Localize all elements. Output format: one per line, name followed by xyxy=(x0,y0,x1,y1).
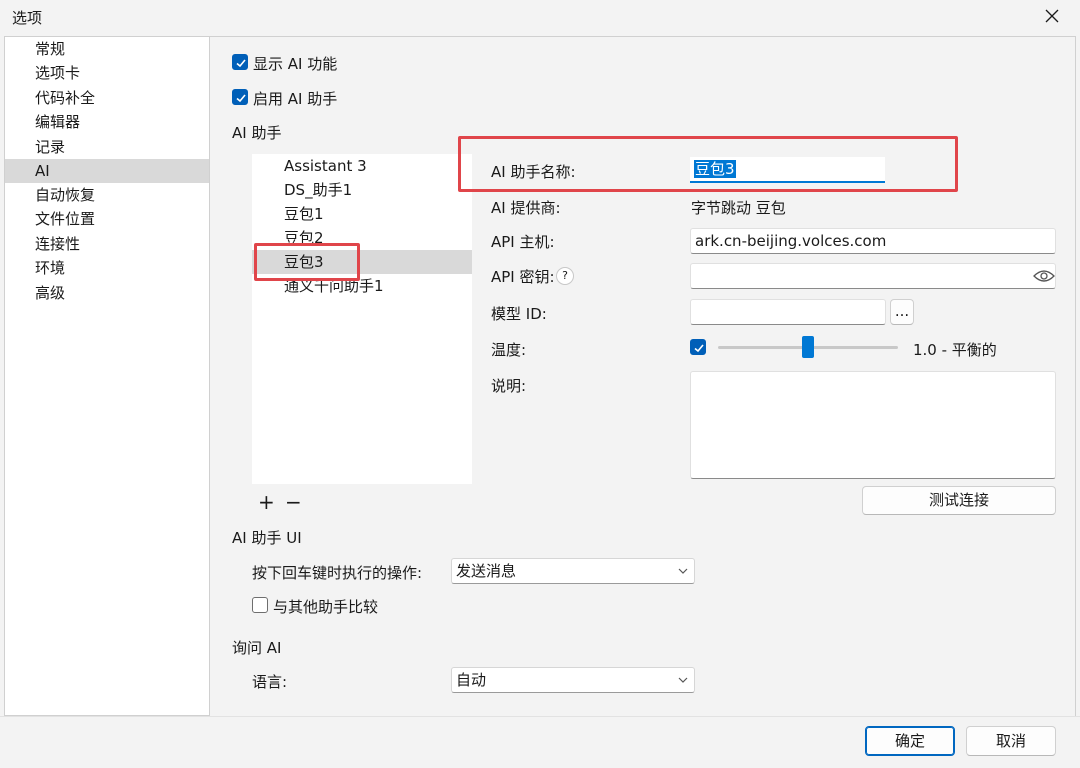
temperature-checkbox[interactable] xyxy=(690,339,706,355)
assistant-name-value: 豆包3 xyxy=(694,160,736,178)
options-dialog: 选项 常规 选项卡 代码补全 编辑器 记录 AI 自动恢复 文件位置 连接性 环… xyxy=(0,0,1080,768)
enter-action-label: 按下回车键时执行的操作: xyxy=(252,564,423,582)
list-item[interactable]: 豆包2 xyxy=(252,226,472,250)
show-ai-checkbox[interactable] xyxy=(232,54,248,70)
checkmark-icon xyxy=(236,94,246,103)
nav-item-connectivity[interactable]: 连接性 xyxy=(5,232,209,256)
title-bar: 选项 xyxy=(0,0,1080,32)
chevron-down-icon xyxy=(678,568,688,574)
nav-item-advanced[interactable]: 高级 xyxy=(5,281,209,305)
eye-icon[interactable] xyxy=(1033,268,1055,284)
assistant-list[interactable]: Assistant 3 DS_助手1 豆包1 豆包2 豆包3 通义千问助手1 xyxy=(252,154,472,484)
api-key-input[interactable] xyxy=(690,263,1056,289)
model-browse-button[interactable]: ... xyxy=(890,299,914,325)
checkmark-icon xyxy=(236,59,246,68)
list-item[interactable]: DS_助手1 xyxy=(252,178,472,202)
temperature-label: 温度: xyxy=(491,341,527,359)
description-textarea[interactable] xyxy=(690,371,1056,479)
add-assistant-button[interactable]: + xyxy=(258,490,275,514)
compare-label[interactable]: 与其他助手比较 xyxy=(273,596,378,617)
remove-assistant-button[interactable]: − xyxy=(285,490,302,514)
checkmark-icon xyxy=(694,344,704,353)
list-item[interactable]: 通义千问助手1 xyxy=(252,274,472,298)
category-nav: 常规 选项卡 代码补全 编辑器 记录 AI 自动恢复 文件位置 连接性 环境 高… xyxy=(4,36,210,716)
language-label: 语言: xyxy=(252,673,288,691)
show-ai-label[interactable]: 显示 AI 功能 xyxy=(253,53,337,74)
enter-action-select[interactable]: 发送消息 xyxy=(451,558,695,584)
window-title: 选项 xyxy=(12,9,43,27)
api-key-help-icon[interactable]: ? xyxy=(556,267,574,285)
dialog-footer: 确定 取消 xyxy=(0,716,1080,768)
api-host-value: ark.cn-beijing.volces.com xyxy=(695,232,887,250)
assistant-name-input[interactable]: 豆包3 xyxy=(690,157,885,183)
model-id-input[interactable] xyxy=(690,299,886,325)
nav-item-general[interactable]: 常规 xyxy=(5,37,209,61)
nav-item-completion[interactable]: 代码补全 xyxy=(5,86,209,110)
close-button[interactable] xyxy=(1032,2,1072,30)
list-item[interactable]: Assistant 3 xyxy=(252,154,472,178)
nav-item-autorecover[interactable]: 自动恢复 xyxy=(5,183,209,207)
api-host-input[interactable]: ark.cn-beijing.volces.com xyxy=(690,228,1056,254)
temperature-slider-thumb[interactable] xyxy=(802,336,814,358)
model-id-label: 模型 ID: xyxy=(491,305,547,323)
list-item-selected[interactable]: 豆包3 xyxy=(252,250,472,274)
ok-button[interactable]: 确定 xyxy=(865,726,955,756)
nav-item-editor[interactable]: 编辑器 xyxy=(5,110,209,134)
list-item[interactable]: 豆包1 xyxy=(252,202,472,226)
enter-action-value: 发送消息 xyxy=(456,562,517,580)
nav-item-environment[interactable]: 环境 xyxy=(5,256,209,280)
compare-checkbox[interactable] xyxy=(252,597,268,613)
assistant-ui-heading: AI 助手 UI xyxy=(232,529,302,547)
enable-assistant-checkbox[interactable] xyxy=(232,89,248,105)
enable-assistant-label[interactable]: 启用 AI 助手 xyxy=(253,88,337,109)
api-host-label: API 主机: xyxy=(491,233,555,251)
language-select[interactable]: 自动 xyxy=(451,667,695,693)
nav-item-log[interactable]: 记录 xyxy=(5,135,209,159)
cancel-button[interactable]: 取消 xyxy=(966,726,1056,756)
api-key-label: API 密钥: xyxy=(491,268,555,286)
ask-ai-heading: 询问 AI xyxy=(232,639,282,657)
temperature-value: 1.0 - 平衡的 xyxy=(913,341,997,359)
nav-item-file-location[interactable]: 文件位置 xyxy=(5,207,209,231)
nav-item-tabs[interactable]: 选项卡 xyxy=(5,61,209,85)
description-label: 说明: xyxy=(491,377,527,395)
close-icon xyxy=(1045,9,1059,23)
test-connection-button[interactable]: 测试连接 xyxy=(862,486,1056,515)
provider-value: 字节跳动 豆包 xyxy=(691,199,786,217)
nav-item-ai[interactable]: AI xyxy=(5,159,209,183)
chevron-down-icon xyxy=(678,677,688,683)
provider-label: AI 提供商: xyxy=(491,199,561,217)
assistant-section-heading: AI 助手 xyxy=(232,124,282,142)
language-value: 自动 xyxy=(456,671,487,689)
assistant-name-label: AI 助手名称: xyxy=(491,163,576,181)
